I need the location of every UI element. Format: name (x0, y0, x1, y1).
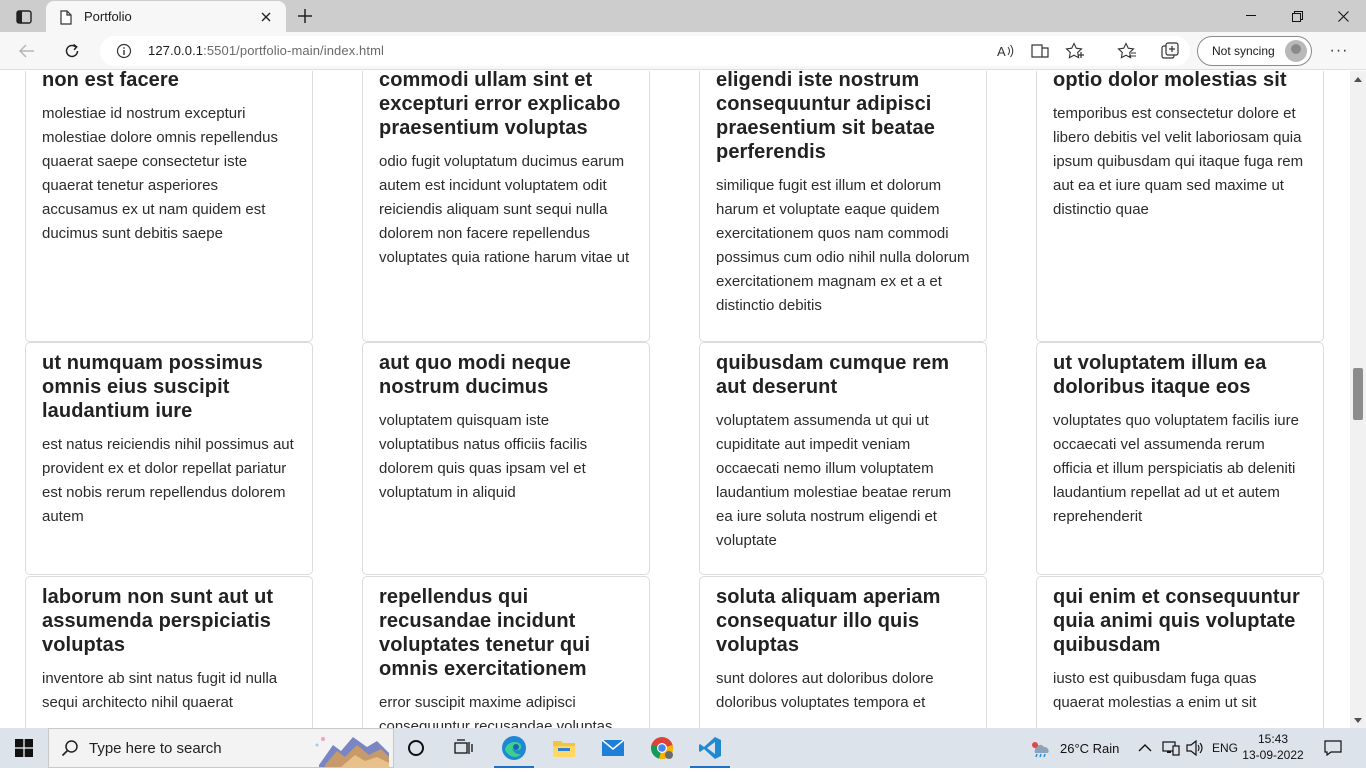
browser-toolbar: 127.0.0.1:5501/portfolio-main/index.html… (0, 32, 1366, 70)
card-body: temporibus est consectetur dolore et lib… (1053, 105, 1304, 218)
card-body: voluptatem assumenda ut qui ut cupiditat… (716, 412, 952, 549)
vscode-icon[interactable] (686, 728, 734, 768)
post-card: commodi ullam sint et excepturi error ex… (362, 71, 650, 342)
network-icon[interactable] (1162, 728, 1180, 768)
weather-icon (1032, 742, 1049, 758)
sync-button[interactable]: Not syncing (1197, 36, 1312, 66)
url-path: :5501/portfolio-main/index.html (203, 43, 384, 58)
add-favorite-icon[interactable] (1064, 42, 1086, 60)
language-text: ENG (1212, 741, 1239, 755)
card-title: repellendus qui recusandae incidunt volu… (379, 586, 591, 680)
immersive-reader-icon[interactable] (1029, 42, 1051, 60)
scroll-up-icon[interactable] (1350, 71, 1366, 87)
card-body: iusto est quibusdam fuga quas quaerat mo… (1053, 670, 1257, 711)
post-card: laborum non sunt aut ut assumenda perspi… (25, 576, 313, 728)
card-title: ut voluptatem illum ea doloribus itaque … (1053, 352, 1267, 398)
card-title: ut numquam possimus omnis eius suscipit … (42, 352, 263, 422)
page-viewport: non est facere molestiae id nostrum exce… (0, 71, 1350, 728)
start-button-icon[interactable] (0, 728, 48, 768)
url-text[interactable]: 127.0.0.1:5501/portfolio-main/index.html (148, 43, 384, 58)
clock-time: 15:43 (1257, 732, 1289, 746)
post-card: qui enim et consequuntur quia animi quis… (1036, 576, 1324, 728)
cortana-icon[interactable] (392, 728, 440, 768)
scrollbar-thumb[interactable] (1353, 368, 1363, 420)
search-highlight-icon (311, 731, 391, 767)
clock-date: 13-09-2022 (1242, 748, 1304, 762)
card-title: commodi ullam sint et excepturi error ex… (379, 71, 621, 139)
post-card: optio dolor molestias sit temporibus est… (1036, 71, 1324, 342)
card-title: eligendi iste nostrum consequuntur adipi… (716, 71, 935, 163)
refresh-icon[interactable] (57, 37, 87, 65)
card-title: qui enim et consequuntur quia animi quis… (1053, 586, 1300, 656)
post-card: eligendi iste nostrum consequuntur adipi… (699, 71, 987, 342)
taskbar-search-box[interactable]: Type here to search (48, 728, 394, 768)
back-icon[interactable] (12, 37, 42, 65)
weather-text: 26°C Rain (1060, 740, 1120, 756)
info-icon[interactable] (116, 43, 132, 64)
vertical-scrollbar[interactable] (1350, 71, 1366, 728)
profile-avatar-icon (1285, 40, 1307, 62)
windows-taskbar: Type here to search 26°C Rain ENG 15:43 … (0, 728, 1366, 768)
volume-icon[interactable] (1186, 728, 1204, 768)
browser-tab[interactable]: Portfolio (46, 1, 286, 32)
card-title: quibusdam cumque rem aut deserunt (716, 352, 950, 398)
chrome-icon[interactable] (638, 728, 686, 768)
card-title: non est facere (42, 71, 180, 91)
restore-icon[interactable] (1274, 0, 1320, 32)
svg-text:A: A (997, 44, 1006, 59)
new-tab-icon[interactable] (292, 5, 318, 27)
sync-label: Not syncing (1212, 44, 1275, 58)
language-indicator[interactable]: ENG (1212, 728, 1238, 768)
read-aloud-icon[interactable]: A (994, 42, 1016, 60)
collections-icon[interactable] (1160, 41, 1182, 61)
post-card: ut numquam possimus omnis eius suscipit … (25, 342, 313, 575)
card-body: voluptates quo voluptatem facilis iure o… (1053, 412, 1299, 525)
card-title: aut quo modi neque nostrum ducimus (379, 352, 571, 398)
url-host: 127.0.0.1 (148, 43, 204, 58)
card-title: soluta aliquam aperiam consequatur illo … (716, 586, 941, 656)
close-tab-icon[interactable] (256, 7, 276, 27)
mail-icon[interactable] (589, 728, 637, 768)
tab-title: Portfolio (84, 9, 132, 24)
card-body: voluptatem quisquam iste voluptatibus na… (379, 412, 588, 501)
task-view-icon[interactable] (440, 728, 488, 768)
search-placeholder: Type here to search (89, 740, 222, 757)
close-window-icon[interactable] (1320, 0, 1366, 32)
post-card: soluta aliquam aperiam consequatur illo … (699, 576, 987, 728)
edge-browser-icon[interactable] (490, 728, 538, 768)
show-hidden-icons[interactable] (1138, 728, 1152, 768)
post-card: aut quo modi neque nostrum ducimus volup… (362, 342, 650, 575)
address-bar[interactable]: 127.0.0.1:5501/portfolio-main/index.html… (100, 36, 1190, 66)
card-body: molestiae id nostrum excepturi molestiae… (42, 105, 278, 242)
post-card: quibusdam cumque rem aut deserunt volupt… (699, 342, 987, 575)
card-title: optio dolor molestias sit (1053, 71, 1287, 91)
minimize-icon[interactable] (1228, 0, 1274, 32)
tab-actions-icon[interactable] (10, 6, 38, 28)
more-options-icon[interactable]: ··· (1326, 38, 1352, 64)
post-card: ut voluptatem illum ea doloribus itaque … (1036, 342, 1324, 575)
post-card: repellendus qui recusandae incidunt volu… (362, 576, 650, 728)
page-icon (60, 10, 72, 30)
title-bar: Portfolio (0, 0, 1366, 32)
card-body: error suscipit maxime adipisci consequun… (379, 694, 613, 728)
scroll-down-icon[interactable] (1350, 712, 1366, 728)
file-explorer-icon[interactable] (540, 728, 588, 768)
weather-widget[interactable]: 26°C Rain (1030, 728, 1119, 768)
search-icon (61, 739, 79, 762)
system-clock[interactable]: 15:43 13-09-2022 (1238, 731, 1308, 763)
card-title: laborum non sunt aut ut assumenda perspi… (42, 586, 274, 656)
card-body: inventore ab sint natus fugit id nulla s… (42, 670, 278, 711)
card-body: est natus reiciendis nihil possimus aut … (42, 436, 294, 525)
card-body: sunt dolores aut doloribus dolore dolori… (716, 670, 934, 711)
card-body: similique fugit est illum et dolorum har… (716, 177, 970, 314)
post-card: non est facere molestiae id nostrum exce… (25, 71, 313, 342)
notifications-icon[interactable] (1318, 736, 1348, 760)
favorites-icon[interactable] (1116, 41, 1138, 61)
card-body: odio fugit voluptatum ducimus earum aute… (379, 153, 630, 266)
